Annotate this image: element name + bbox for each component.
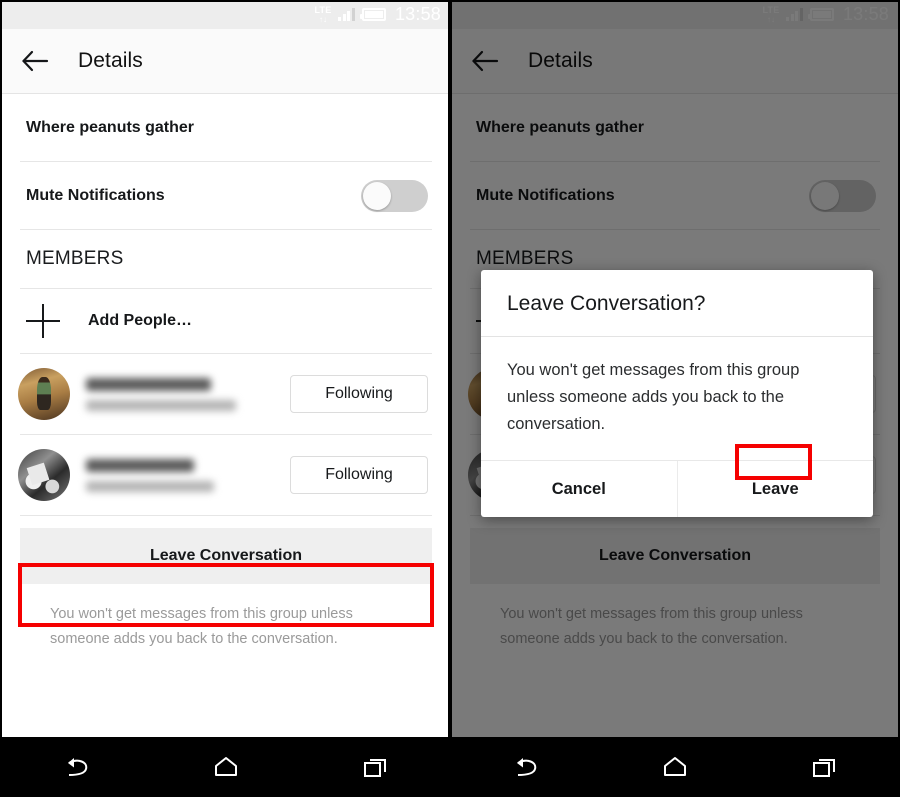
status-bar-left: LTE ↑↓ 13:58	[2, 0, 450, 29]
dialog-cancel-button[interactable]: Cancel	[481, 461, 677, 517]
frame-edge-top	[0, 0, 900, 2]
frame-edge-left	[0, 0, 2, 797]
page-title: Details	[528, 49, 593, 72]
member-username-redacted	[86, 377, 211, 391]
back-arrow-icon[interactable]	[468, 44, 502, 78]
lte-label: LTE	[314, 4, 332, 15]
avatar[interactable]	[18, 449, 70, 501]
dialog-title: Leave Conversation?	[481, 270, 873, 337]
mute-notifications-row[interactable]: Mute Notifications	[2, 162, 450, 229]
phone-body-left: LTE ↑↓ 13:58 Details Where peanuts gathe…	[2, 0, 450, 737]
member-username-redacted	[86, 458, 194, 472]
leave-conversation-note: You won't get messages from this group u…	[500, 606, 803, 647]
status-icons-left: LTE ↑↓ 13:58	[315, 4, 441, 25]
member-fullname-redacted	[86, 399, 236, 411]
toggle-knob	[363, 181, 391, 210]
phone-screen-right: LTE ↑↓ 13:58 Details Where peanuts gathe…	[452, 0, 898, 797]
page-title: Details	[78, 49, 143, 72]
battery-full-icon	[359, 8, 386, 21]
nav-recents-icon[interactable]	[794, 744, 854, 790]
data-transfer-arrows-icon: ↑↓	[766, 14, 775, 24]
leave-conversation-button[interactable]: Leave Conversation	[20, 528, 432, 584]
mute-notifications-label: Mute Notifications	[26, 186, 165, 204]
member-identity	[86, 458, 290, 492]
nav-home-icon[interactable]	[645, 744, 705, 790]
add-people-row[interactable]: Add People…	[2, 289, 450, 353]
status-bar-right: LTE ↑↓ 13:58	[452, 0, 898, 29]
back-arrow-icon[interactable]	[18, 44, 52, 78]
leave-section: Leave Conversation You won't get message…	[2, 528, 450, 652]
phone-body-right: LTE ↑↓ 13:58 Details Where peanuts gathe…	[452, 0, 898, 737]
mute-notifications-toggle[interactable]	[361, 179, 428, 212]
leave-conversation-note: You won't get messages from this group u…	[50, 606, 353, 647]
details-content-left: Where peanuts gather Mute Notifications …	[2, 94, 450, 652]
leave-conversation-button: Leave Conversation	[470, 528, 880, 584]
battery-full-icon	[807, 8, 834, 21]
status-clock: 13:58	[842, 4, 889, 24]
mute-notifications-label: Mute Notifications	[476, 186, 615, 204]
nav-recents-icon[interactable]	[345, 744, 405, 790]
android-nav-bar-left	[2, 737, 450, 797]
data-transfer-arrows-icon: ↑↓	[318, 14, 327, 24]
mute-notifications-toggle	[809, 179, 876, 212]
dialog-actions: Cancel Leave	[481, 461, 873, 517]
following-button[interactable]: Following	[290, 456, 428, 494]
action-bar-left: Details	[2, 29, 450, 94]
panel-divider	[448, 0, 452, 797]
member-fullname-redacted	[86, 480, 214, 492]
lte-indicator: LTE ↑↓	[762, 4, 780, 24]
group-name-row[interactable]: Where peanuts gather	[2, 94, 450, 161]
dialog-body-text: You won't get messages from this group u…	[481, 337, 873, 461]
signal-bars-icon	[786, 8, 803, 21]
add-people-label: Add People…	[88, 312, 193, 329]
nav-back-icon[interactable]	[496, 744, 556, 790]
android-nav-bar-right	[452, 737, 898, 797]
member-row[interactable]: Following	[2, 435, 450, 515]
divider	[20, 515, 432, 516]
avatar[interactable]	[18, 368, 70, 420]
status-clock: 13:58	[394, 4, 441, 24]
plus-icon	[26, 304, 60, 338]
member-row[interactable]: Following	[2, 354, 450, 434]
leave-conversation-dialog: Leave Conversation? You won't get messag…	[481, 270, 873, 517]
action-bar-right: Details	[452, 29, 898, 94]
group-name-row: Where peanuts gather	[476, 118, 645, 136]
lte-label: LTE	[762, 4, 780, 15]
leave-section: Leave Conversation You won't get message…	[452, 528, 898, 652]
nav-back-icon[interactable]	[47, 744, 107, 790]
following-button[interactable]: Following	[290, 375, 428, 413]
status-icons-right: LTE ↑↓ 13:58	[763, 4, 889, 25]
screenshot-root: LTE ↑↓ 13:58 Details Where peanuts gathe…	[0, 0, 900, 797]
dialog-leave-button[interactable]: Leave	[676, 461, 874, 517]
signal-bars-icon	[338, 8, 355, 21]
lte-indicator: LTE ↑↓	[314, 4, 332, 24]
members-section-header: MEMBERS	[26, 248, 124, 269]
nav-home-icon[interactable]	[196, 744, 256, 790]
toggle-knob	[811, 181, 839, 210]
member-identity	[86, 377, 290, 411]
phone-screen-left: LTE ↑↓ 13:58 Details Where peanuts gathe…	[2, 0, 450, 797]
mute-notifications-row: Mute Notifications	[452, 162, 898, 229]
